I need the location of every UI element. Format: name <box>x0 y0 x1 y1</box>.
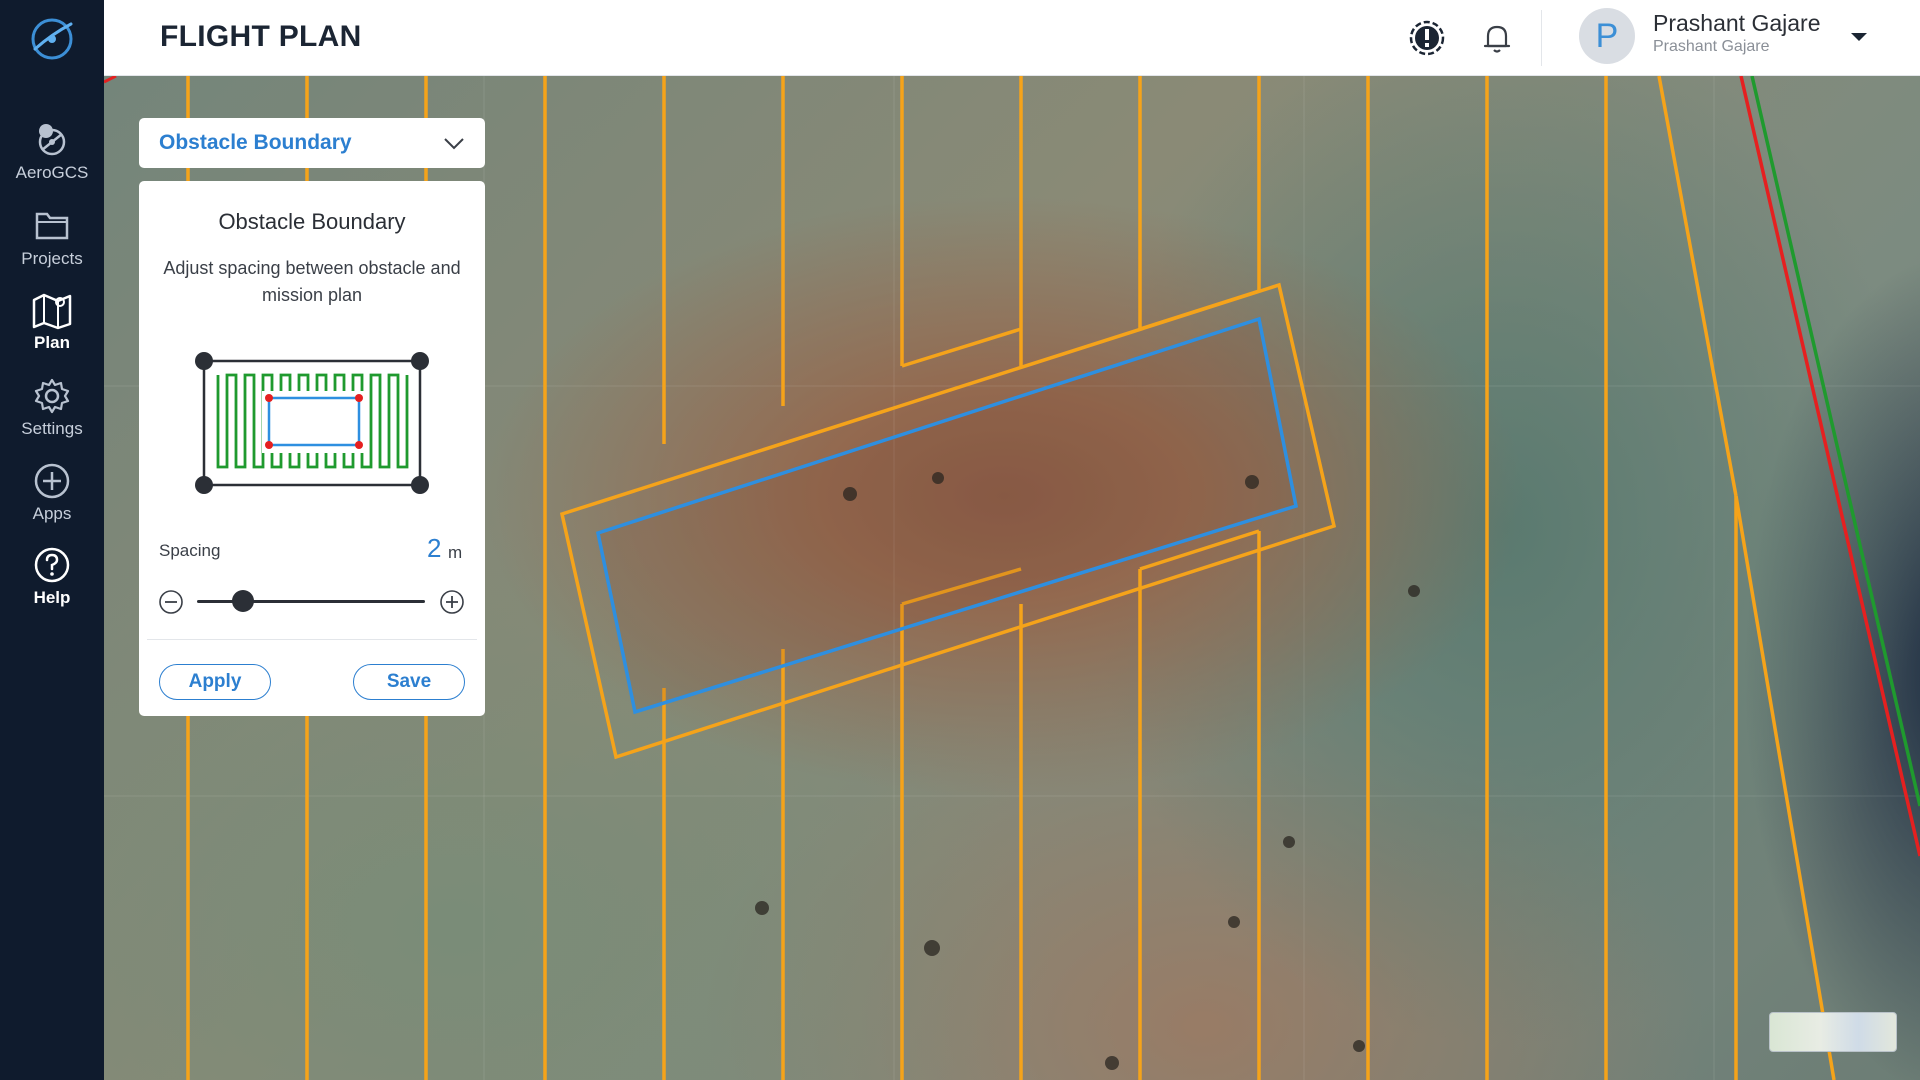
spacing-label: Spacing <box>159 541 221 560</box>
sidebar-item-label: Settings <box>21 419 83 438</box>
sidebar-item-aerogcs[interactable]: AeroGCS <box>0 120 104 200</box>
folder-icon <box>35 212 69 240</box>
spacing-slider-thumb[interactable] <box>231 590 254 612</box>
geofence-red-line <box>1739 76 1920 857</box>
sidebar-item-projects[interactable]: Projects <box>0 206 104 286</box>
chevron-down-icon <box>444 138 464 150</box>
obstacle-spacing-diagram-icon <box>195 352 429 494</box>
sidebar-item-help[interactable]: Help <box>0 545 104 625</box>
sidebar-item-label: Help <box>33 588 71 607</box>
user-subtitle: Prashant Gajare <box>1653 38 1770 55</box>
map-icon <box>32 293 72 330</box>
obstacle-boundary[interactable] <box>595 316 1299 715</box>
header-divider <box>1541 10 1542 66</box>
sidebar-item-apps[interactable]: Apps <box>0 461 104 541</box>
decrease-spacing-button[interactable] <box>158 589 184 615</box>
caret-down-icon[interactable] <box>1849 30 1869 44</box>
drone-icon <box>38 124 66 156</box>
sidebar-item-settings[interactable]: Settings <box>0 376 104 456</box>
save-button[interactable]: Save <box>353 664 465 700</box>
page-title: FLIGHT PLAN <box>160 20 362 53</box>
apply-button[interactable]: Apply <box>159 664 271 700</box>
obstacle-boundary-panel: Obstacle Boundary Adjust spacing between… <box>139 181 485 716</box>
user-name: Prashant Gajare <box>1653 10 1821 36</box>
spacing-value: 2 <box>427 533 442 563</box>
obstacle-mode-dropdown[interactable]: Obstacle Boundary <box>139 118 485 168</box>
panel-title: Obstacle Boundary <box>218 209 406 234</box>
sidebar: AeroGCS Projects Plan Settings Apps Help <box>0 0 104 1080</box>
sidebar-item-label: Projects <box>21 249 83 268</box>
avatar[interactable]: P <box>1579 8 1635 64</box>
sidebar-item-label: AeroGCS <box>15 163 89 182</box>
spacing-unit: m <box>448 543 463 562</box>
plus-circle-icon <box>34 463 70 499</box>
alert-icon[interactable] <box>1407 18 1447 58</box>
top-header: FLIGHT PLAN P Prashant Gajare Prashant G… <box>104 0 1920 76</box>
sidebar-item-plan[interactable]: Plan <box>0 290 104 370</box>
sidebar-item-label: Apps <box>32 504 72 523</box>
minimap-thumbnail[interactable] <box>1769 1012 1897 1052</box>
increase-spacing-button[interactable] <box>439 589 465 615</box>
dropdown-selected-value: Obstacle Boundary <box>159 131 352 154</box>
sidebar-item-label: Plan <box>34 333 70 352</box>
help-icon <box>34 547 70 583</box>
panel-divider <box>147 639 477 640</box>
bell-icon[interactable] <box>1477 18 1517 58</box>
app-logo-icon[interactable] <box>27 14 77 64</box>
gear-icon <box>34 378 70 414</box>
geofence-green-line <box>1750 76 1920 807</box>
panel-description: Adjust spacing between obstacle and miss… <box>163 258 461 305</box>
